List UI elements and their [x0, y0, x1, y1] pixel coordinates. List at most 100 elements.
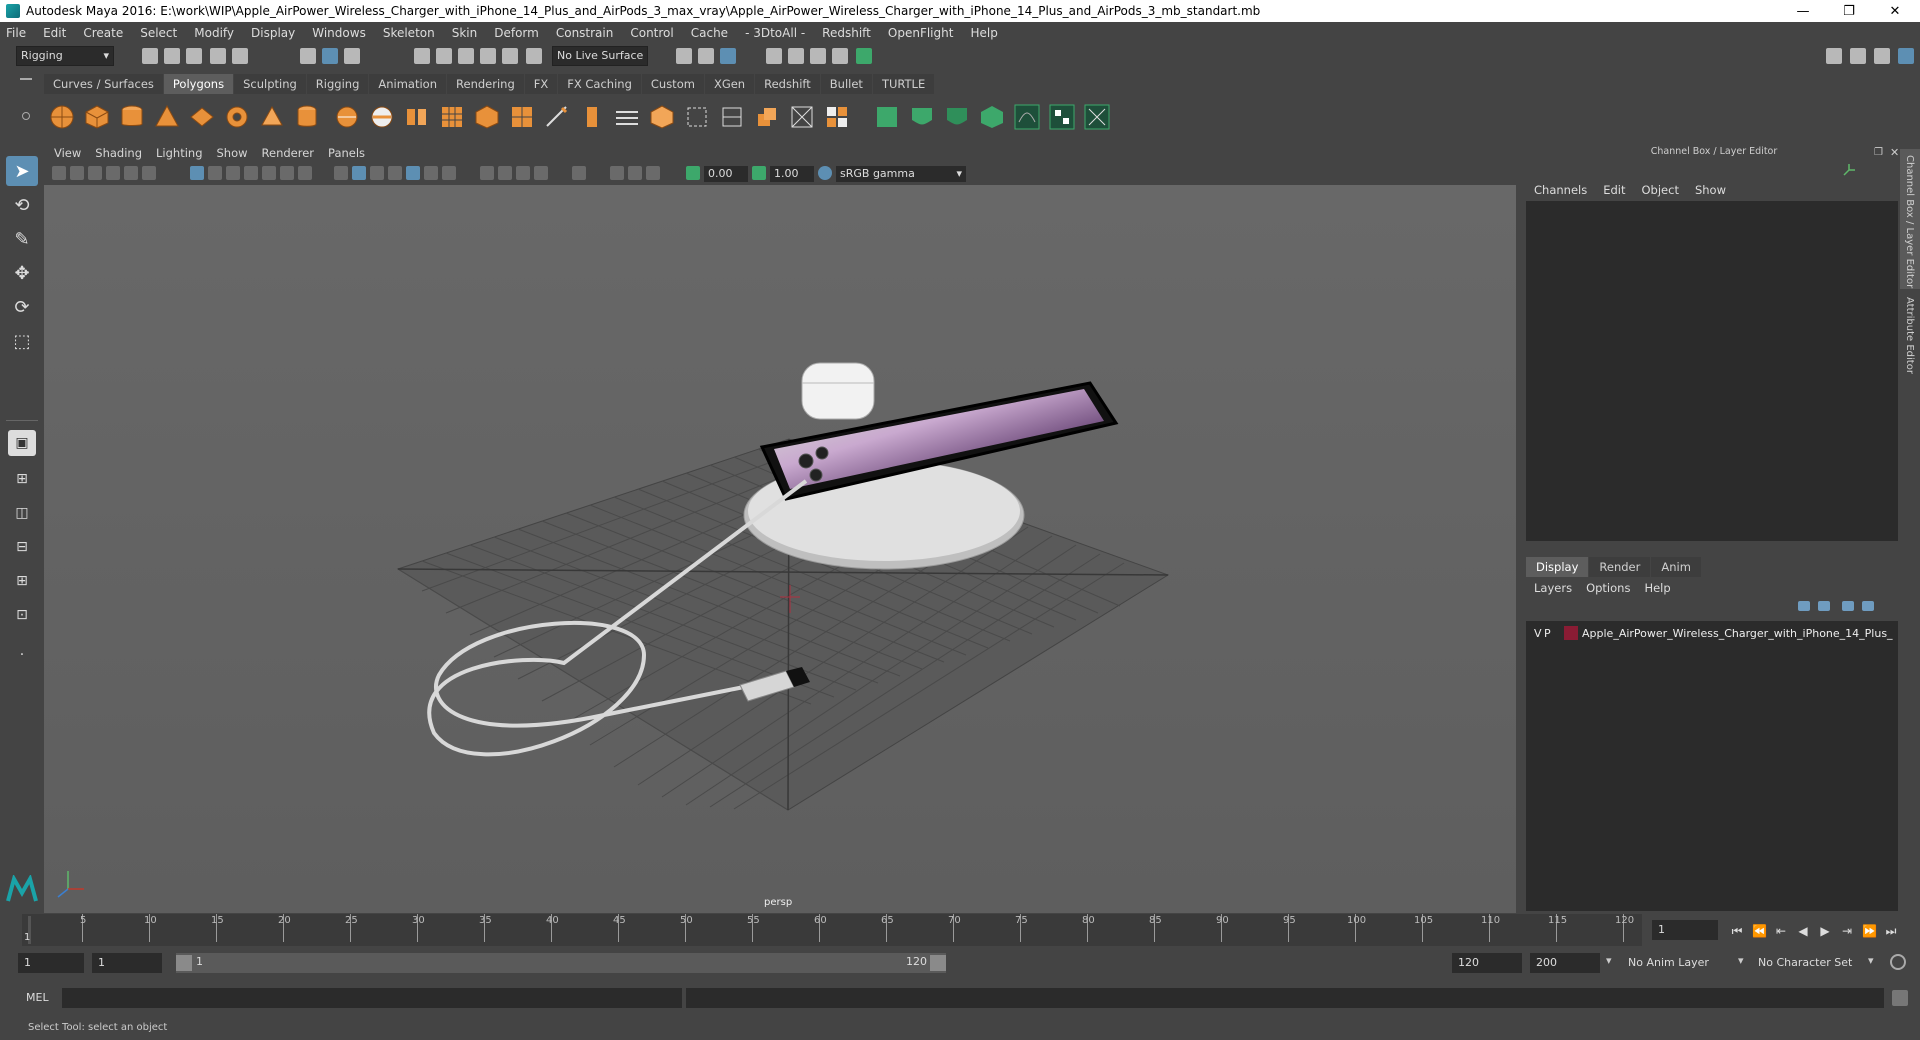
input-ops-icon[interactable] [676, 48, 692, 64]
play-forwards-icon[interactable]: ▶ [1818, 924, 1832, 938]
menu-skeleton[interactable]: Skeleton [383, 26, 435, 40]
four-pane-layout-icon[interactable]: ⊞ [6, 464, 38, 494]
poly-prism-icon[interactable] [259, 104, 285, 130]
two-pane-side-layout-icon[interactable]: ◫ [6, 498, 38, 528]
chevron-down-icon[interactable]: ▾ [1606, 954, 1612, 967]
uv-cylindrical-icon[interactable] [909, 104, 935, 130]
auto-key-icon[interactable] [1890, 954, 1906, 970]
shelf-tab-sculpting[interactable]: Sculpting [234, 74, 306, 94]
manipulator-icon[interactable] [1842, 163, 1856, 177]
animation-end-field[interactable]: 200 [1530, 953, 1600, 973]
select-object-icon[interactable] [322, 48, 338, 64]
xray-active-icon[interactable] [628, 166, 642, 180]
command-input[interactable] [62, 988, 682, 1008]
camera-select-icon[interactable] [52, 166, 66, 180]
ambient-occlusion-icon[interactable] [480, 166, 494, 180]
le-menu-help[interactable]: Help [1644, 581, 1670, 595]
fill-hole-icon[interactable] [719, 104, 745, 130]
chevron-down-icon[interactable]: ▾ [1738, 954, 1744, 967]
layer-row[interactable]: V P Apple_AirPower_Wireless_Charger_with… [1526, 623, 1898, 643]
command-language-label[interactable]: MEL [26, 991, 49, 1004]
poly-cylinder-icon[interactable] [119, 104, 145, 130]
motion-blur-icon[interactable] [498, 166, 512, 180]
anti-aliasing-icon[interactable] [516, 166, 530, 180]
poly-pipe-icon[interactable] [294, 104, 320, 130]
shelf-tab-xgen[interactable]: XGen [704, 74, 755, 94]
snap-point-icon[interactable] [458, 48, 474, 64]
step-back-key-icon[interactable]: ⏪ [1752, 924, 1767, 938]
construction-history-icon[interactable] [720, 48, 736, 64]
cb-menu-edit[interactable]: Edit [1603, 183, 1625, 197]
menu-set-dropdown[interactable]: Rigging ▾ [16, 46, 114, 66]
le-menu-layers[interactable]: Layers [1534, 581, 1572, 595]
shelf-tab-redshift[interactable]: Redshift [755, 74, 820, 94]
shelf-tab-rendering[interactable]: Rendering [447, 74, 524, 94]
side-tab-attribute-editor[interactable]: Attribute Editor [1900, 293, 1920, 393]
move-layer-up-icon[interactable] [1798, 601, 1810, 611]
xray-icon[interactable] [610, 166, 624, 180]
combine-icon[interactable] [334, 104, 360, 130]
menu-redshift[interactable]: Redshift [822, 26, 871, 40]
bridge-icon[interactable] [614, 104, 640, 130]
single-pane-layout-icon[interactable]: ▣ [8, 430, 36, 456]
default-material-icon[interactable] [370, 166, 384, 180]
gate-mask-icon[interactable] [244, 166, 258, 180]
shelf-tab-custom[interactable]: Custom [641, 74, 704, 94]
vp-menu-shading[interactable]: Shading [95, 146, 142, 160]
layer-playback-toggle[interactable]: P [1544, 627, 1564, 640]
live-surface-field[interactable]: No Live Surface [552, 46, 648, 66]
range-end-handle[interactable] [930, 955, 946, 971]
airpods-case-model[interactable] [801, 362, 875, 420]
smooth-shade-icon[interactable] [352, 166, 366, 180]
extract-icon[interactable] [404, 104, 430, 130]
ipr-render-icon[interactable] [810, 48, 826, 64]
rotate-tool-icon[interactable]: ⟳ [6, 292, 38, 322]
select-component-icon[interactable] [344, 48, 360, 64]
vp-menu-renderer[interactable]: Renderer [262, 146, 315, 160]
menu-windows[interactable]: Windows [312, 26, 366, 40]
attribute-editor-toggle-icon[interactable] [1898, 48, 1914, 64]
isolate-select-icon[interactable] [572, 166, 586, 180]
wireframe-icon[interactable] [334, 166, 348, 180]
close-button[interactable]: ✕ [1872, 0, 1918, 22]
play-backwards-icon[interactable]: ◀ [1796, 924, 1810, 938]
layer-tab-display[interactable]: Display [1526, 557, 1589, 577]
shelf-tab-rigging[interactable]: Rigging [306, 74, 369, 94]
playback-end-field[interactable]: 120 [1452, 953, 1522, 973]
time-slider[interactable]: 1 5 10 15 20 25 30 35 40 45 50 55 60 65 … [22, 914, 1642, 946]
vp-menu-panels[interactable]: Panels [328, 146, 365, 160]
create-layer-from-selected-icon[interactable] [1862, 601, 1874, 611]
viewport-canvas[interactable]: persp [44, 185, 1516, 913]
workspace-layout-icon[interactable] [1826, 48, 1842, 64]
menu-skin[interactable]: Skin [452, 26, 478, 40]
view-transform-dropdown[interactable]: sRGB gamma ▾ [836, 166, 966, 182]
more-layouts-icon[interactable]: · [6, 640, 38, 670]
shelf-tab-animation[interactable]: Animation [369, 74, 447, 94]
minimize-button[interactable]: — [1780, 0, 1826, 22]
save-scene-icon[interactable] [186, 48, 202, 64]
snap-curve-icon[interactable] [436, 48, 452, 64]
new-scene-icon[interactable] [142, 48, 158, 64]
exposure-icon[interactable] [686, 166, 700, 180]
uv-spherical-icon[interactable] [944, 104, 970, 130]
xray-joints-icon[interactable] [646, 166, 660, 180]
boolean-icon[interactable] [474, 104, 500, 130]
step-back-frame-icon[interactable]: ⇤ [1774, 924, 1788, 938]
bevel-icon[interactable] [649, 104, 675, 130]
character-set-dropdown[interactable]: No Character Set [1752, 953, 1868, 973]
wireframe-on-shaded-icon[interactable] [388, 166, 402, 180]
outliner-layout-icon[interactable]: ⊡ [6, 600, 38, 630]
append-polygon-icon[interactable] [684, 104, 710, 130]
select-tool-icon[interactable]: ➤ [6, 156, 38, 186]
image-plane-icon[interactable] [106, 166, 120, 180]
layer-tab-anim[interactable]: Anim [1651, 557, 1701, 577]
uv-automatic-icon[interactable] [979, 104, 1005, 130]
snap-surface-icon[interactable] [502, 48, 518, 64]
merge-icon[interactable] [754, 104, 780, 130]
gamma-field[interactable]: 1.00 [770, 166, 814, 182]
menu-help[interactable]: Help [970, 26, 997, 40]
shelf-tab-fx-caching[interactable]: FX Caching [558, 74, 641, 94]
animation-start-field[interactable]: 1 [18, 953, 84, 973]
channel-box-toggle-icon[interactable] [1874, 48, 1890, 64]
create-empty-layer-icon[interactable] [1842, 601, 1854, 611]
